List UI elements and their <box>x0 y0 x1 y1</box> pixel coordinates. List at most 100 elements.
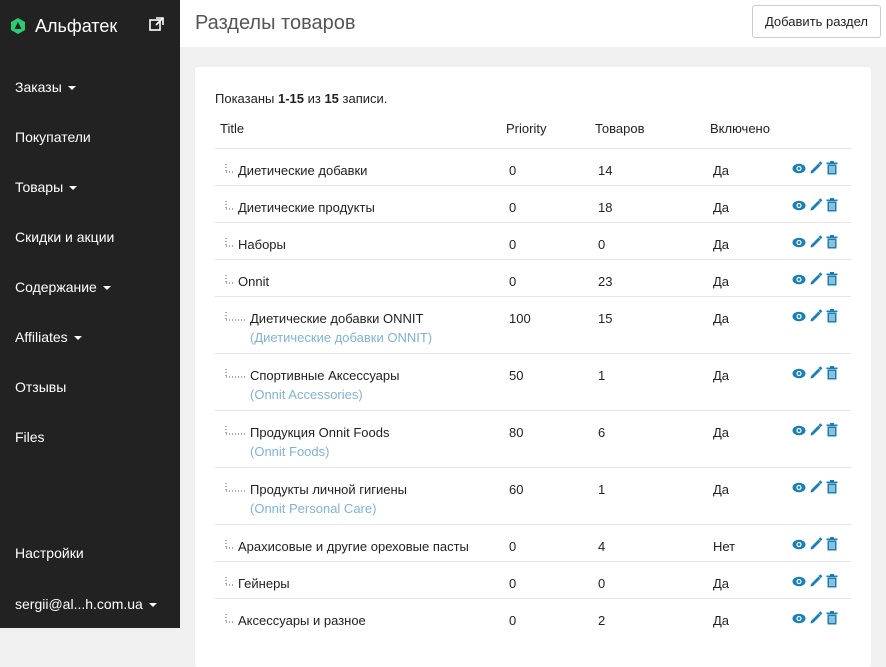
summary-total: 15 <box>324 91 339 106</box>
eye-icon[interactable] <box>792 368 806 379</box>
summary-mid: из <box>304 91 325 106</box>
pencil-icon[interactable] <box>809 198 823 212</box>
column-header-title[interactable]: Title <box>220 121 244 136</box>
column-header-count[interactable]: Товаров <box>595 121 645 136</box>
category-title[interactable]: Аксессуары и разное <box>238 613 366 628</box>
pencil-icon[interactable] <box>809 611 823 625</box>
eye-icon[interactable] <box>792 613 806 624</box>
column-header-priority[interactable]: Priority <box>506 121 546 136</box>
sidebar-item-4[interactable]: Содержание <box>15 279 111 295</box>
eye-icon[interactable] <box>792 274 806 285</box>
eye-icon[interactable] <box>792 200 806 211</box>
sidebar-item-settings[interactable]: Настройки <box>15 545 84 561</box>
eye-icon[interactable] <box>792 539 806 550</box>
external-link-icon[interactable] <box>149 17 164 32</box>
records-summary: Показаны 1-15 из 15 записи. <box>215 91 387 106</box>
count-cell: 0 <box>598 237 606 252</box>
category-subtitle: (Onnit Foods) <box>250 444 330 459</box>
trash-icon[interactable] <box>826 161 838 175</box>
category-title[interactable]: Спортивные Аксессуары <box>250 368 399 383</box>
row-actions <box>792 235 838 249</box>
chevron-down-icon <box>67 86 76 90</box>
category-title-cell: Диетические добавки <box>238 163 367 178</box>
eye-icon[interactable] <box>792 425 806 436</box>
trash-icon[interactable] <box>826 480 838 494</box>
trash-icon[interactable] <box>826 309 838 323</box>
enabled-cell: Нет <box>713 539 736 554</box>
row-actions <box>792 161 838 175</box>
enabled-cell: Да <box>713 482 730 497</box>
user-email: sergii@al...h.com.ua <box>15 596 143 612</box>
pencil-icon[interactable] <box>809 574 823 588</box>
category-title[interactable]: Диетические добавки <box>238 163 367 178</box>
eye-icon[interactable] <box>792 482 806 493</box>
pencil-icon[interactable] <box>809 537 823 551</box>
sidebar-item-5[interactable]: Affiliates <box>15 329 82 345</box>
category-title[interactable]: Onnit <box>238 274 269 289</box>
sidebar-item-3[interactable]: Скидки и акции <box>15 229 114 245</box>
pencil-icon[interactable] <box>809 480 823 494</box>
tree-indent <box>225 614 235 627</box>
sidebar-item-label: Affiliates <box>15 329 68 345</box>
eye-icon[interactable] <box>792 163 806 174</box>
enabled-cell: Да <box>713 368 730 383</box>
sidebar-item-1[interactable]: Покупатели <box>15 129 91 145</box>
trash-icon[interactable] <box>826 198 838 212</box>
eye-icon[interactable] <box>792 576 806 587</box>
priority-cell: 0 <box>509 237 517 252</box>
enabled-cell: Да <box>713 576 730 591</box>
tree-indent <box>225 164 235 177</box>
trash-icon[interactable] <box>826 272 838 286</box>
trash-icon[interactable] <box>826 537 838 551</box>
count-cell: 14 <box>598 163 613 178</box>
eye-icon[interactable] <box>792 237 806 248</box>
category-title-cell: Гейнеры <box>238 576 290 591</box>
pencil-icon[interactable] <box>809 161 823 175</box>
eye-icon[interactable] <box>792 311 806 322</box>
tree-indent <box>225 540 235 553</box>
brand[interactable]: Альфатек <box>10 14 170 38</box>
priority-cell: 0 <box>509 613 517 628</box>
category-title-cell: Спортивные Аксессуары (Onnit Accessories) <box>250 368 399 402</box>
column-header-enabled[interactable]: Включено <box>710 121 770 136</box>
category-subtitle: (Onnit Personal Care) <box>250 501 377 516</box>
trash-icon[interactable] <box>826 366 838 380</box>
priority-cell: 100 <box>509 311 531 326</box>
category-title[interactable]: Гейнеры <box>238 576 290 591</box>
sidebar-item-0[interactable]: Заказы <box>15 79 76 95</box>
enabled-cell: Да <box>713 613 730 628</box>
trash-icon[interactable] <box>826 611 838 625</box>
pencil-icon[interactable] <box>809 423 823 437</box>
sidebar-item-6[interactable]: Отзывы <box>15 379 66 395</box>
sidebar-item-label: Отзывы <box>15 379 67 395</box>
enabled-cell: Да <box>713 425 730 440</box>
enabled-cell: Да <box>713 200 730 215</box>
category-title[interactable]: Арахисовые и другие ореховые пасты <box>238 539 469 554</box>
pencil-icon[interactable] <box>809 272 823 286</box>
category-title-cell: Продукция Onnit Foods (Onnit Foods) <box>250 425 389 459</box>
tree-indent <box>225 577 235 590</box>
count-cell: 18 <box>598 200 613 215</box>
pencil-icon[interactable] <box>809 309 823 323</box>
category-title[interactable]: Продукция Onnit Foods <box>250 425 389 440</box>
category-title[interactable]: Диетические добавки ONNIT <box>250 311 432 326</box>
trash-icon[interactable] <box>826 423 838 437</box>
add-section-button[interactable]: Добавить раздел <box>751 5 881 38</box>
category-title[interactable]: Наборы <box>238 237 286 252</box>
category-title[interactable]: Продукты личной гигиены <box>250 482 407 497</box>
table-row: Onnit 0 23 Да <box>215 259 851 297</box>
tree-indent <box>225 483 247 496</box>
pencil-icon[interactable] <box>809 366 823 380</box>
sidebar-item-label: Покупатели <box>15 129 91 145</box>
topbar: Разделы товаров Добавить раздел <box>180 0 886 47</box>
table-row: Диетические добавки ONNIT (Диетические до… <box>215 296 851 354</box>
sidebar-item-7[interactable]: Files <box>15 429 45 445</box>
sidebar-item-2[interactable]: Товары <box>15 179 78 195</box>
trash-icon[interactable] <box>826 235 838 249</box>
user-menu[interactable]: sergii@al...h.com.ua <box>15 596 157 612</box>
trash-icon[interactable] <box>826 574 838 588</box>
summary-prefix: Показаны <box>215 91 278 106</box>
pencil-icon[interactable] <box>809 235 823 249</box>
category-title[interactable]: Диетические продукты <box>238 200 375 215</box>
table-row: Аксессуары и разное 0 2 Да <box>215 598 851 636</box>
